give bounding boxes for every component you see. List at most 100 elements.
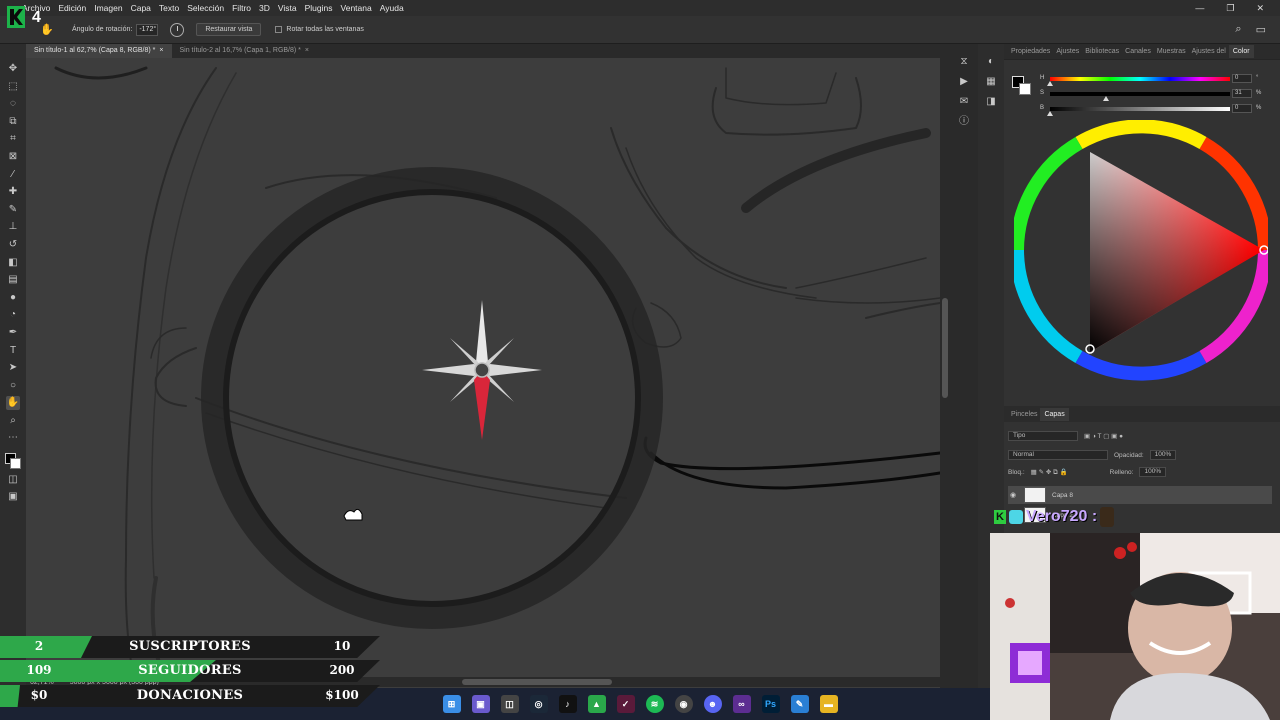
blend-mode-select[interactable]: Normal [1008,450,1108,460]
screen-mode-icon[interactable]: ▣ [6,490,20,504]
comments-panel-icon[interactable]: ✉ [957,96,971,108]
saturation-value-input[interactable]: 31 [1232,89,1252,98]
menu-texto[interactable]: Texto [155,3,183,13]
search-icon[interactable]: ⌕ [1235,23,1241,36]
hue-value-input[interactable]: 0 [1232,74,1252,83]
brightness-slider[interactable]: B 0 % [1040,104,1274,116]
file-explorer-icon[interactable]: ▬ [819,695,838,713]
brush-tool-icon[interactable]: ✎ [6,203,20,217]
layer-filter-icons[interactable]: ▣ ◑ T ▢ ▣ ● [1084,432,1123,440]
quick-mask-icon[interactable]: ◫ [6,473,20,487]
foreground-background-swatch[interactable] [5,453,21,470]
rotate-all-windows-checkbox[interactable]: Rotar todas las ventanas [275,26,364,33]
gradient-tool-icon[interactable]: ▤ [6,273,20,287]
layer-filter-select[interactable]: Tipo [1008,431,1078,441]
steam-icon[interactable]: ◎ [529,695,548,713]
menu-edicion[interactable]: Edición [54,3,90,13]
chrome-icon[interactable]: ◉ [674,695,693,713]
eraser-icon[interactable]: ◧ [6,256,20,270]
history-brush-icon[interactable]: ↺ [6,238,20,252]
checkbox-box[interactable] [275,26,283,33]
maps-icon[interactable]: ▲ [587,695,606,713]
slider-knob[interactable] [1047,111,1053,116]
menu-capa[interactable]: Capa [127,3,155,13]
color-swatches[interactable] [1012,76,1032,96]
shape-tool-icon[interactable]: ○ [6,379,20,393]
eyedropper-icon[interactable]: ⁄ [6,168,20,182]
menu-ventana[interactable]: Ventana [337,3,376,13]
menu-vista[interactable]: Vista [274,3,301,13]
healing-brush-icon[interactable]: ✚ [6,185,20,199]
crop-tool-icon[interactable]: ⌗ [6,132,20,146]
layer-item[interactable]: ◉ Capa 8 [1008,486,1272,504]
canvas[interactable] [26,58,940,688]
adjustments-panel-icon[interactable]: ◐ [984,56,998,68]
workspace-icon[interactable]: ▭ [1256,23,1266,36]
background-color[interactable] [10,458,21,470]
layers-comp-icon[interactable]: ◨ [984,96,998,108]
marquee-tool-icon[interactable]: ⬚ [6,80,20,94]
hue-track[interactable] [1050,77,1230,81]
color-wheel[interactable]: ⊡ [1014,120,1268,382]
restore-button[interactable]: ❐ [1226,3,1234,14]
slider-knob[interactable] [1047,81,1053,86]
reset-view-button[interactable]: Restaurar vista [196,23,262,36]
rotation-dial[interactable] [170,22,185,37]
brightness-track[interactable] [1050,107,1230,111]
rotation-angle-input[interactable]: -172° [136,23,159,36]
close-button[interactable]: ✕ [1256,3,1264,14]
tab-brushes[interactable]: Pinceles [1008,411,1040,418]
menu-filtro[interactable]: Filtro [228,3,255,13]
tab-channels[interactable]: Canales [1122,48,1154,55]
path-select-icon[interactable]: ➤ [6,361,20,375]
menu-3d[interactable]: 3D [255,3,274,13]
pen-tool-icon[interactable]: ✒ [6,326,20,340]
zoom-tool-icon[interactable]: ⌕ [6,414,20,428]
actions-panel-icon[interactable]: ▶ [957,76,971,88]
menu-plugins[interactable]: Plugins [301,3,337,13]
menu-seleccion[interactable]: Selección [183,3,228,13]
tiktok-icon[interactable]: ♪ [558,695,577,713]
close-tab-icon[interactable]: × [159,47,163,54]
more-tools-icon[interactable]: ⋯ [6,431,20,445]
object-select-icon[interactable]: ⧉ [6,115,20,129]
store-icon[interactable]: ◫ [500,695,519,713]
type-tool-icon[interactable]: T [6,344,20,358]
rotate-view-icon[interactable]: ✋ [6,396,20,411]
blur-tool-icon[interactable]: ● [6,291,20,305]
slider-knob[interactable] [1102,96,1109,101]
grid-panel-icon[interactable]: ▦ [984,76,998,88]
frame-tool-icon[interactable]: ⊠ [6,150,20,164]
stamp-tool-icon[interactable]: ⊥ [6,220,20,234]
discord-icon[interactable]: ☻ [703,695,722,713]
tab-layers[interactable]: Capas [1040,407,1069,421]
vertical-scrollbar[interactable] [940,58,950,688]
saturation-track[interactable] [1050,92,1230,96]
tab-adjustment-presets[interactable]: Ajustes del [1189,48,1229,55]
info-panel-icon[interactable]: ⓘ [957,116,971,128]
paint-icon[interactable]: ✎ [790,695,809,713]
menu-ayuda[interactable]: Ayuda [376,3,408,13]
history-panel-icon[interactable]: ⧖ [957,56,971,68]
fill-input[interactable]: 100% [1139,467,1167,477]
tab-properties[interactable]: Propiedades [1008,48,1053,55]
scroll-thumb[interactable] [462,679,612,685]
opacity-input[interactable]: 100% [1149,450,1177,460]
visual-studio-icon[interactable]: ∞ [732,695,751,713]
minimize-button[interactable]: — [1195,3,1204,14]
brightness-value-input[interactable]: 0 [1232,104,1252,113]
close-tab-icon[interactable]: × [305,47,309,54]
lock-icons[interactable]: ▦ ✎ ✥ ⧉ 🔒 [1031,468,1068,477]
tab-libraries[interactable]: Bibliotecas [1082,48,1122,55]
background-color[interactable] [1019,83,1031,95]
scroll-thumb[interactable] [942,298,948,398]
tab-swatches[interactable]: Muestras [1154,48,1189,55]
tab-document-1[interactable]: Sin título-1 al 62,7% (Capa 8, RGB/8) * × [26,44,172,58]
menu-imagen[interactable]: Imagen [90,3,126,13]
spotify-icon[interactable]: ≋ [645,695,664,713]
hue-slider[interactable]: H 0 ° [1040,74,1274,86]
tab-color[interactable]: Color [1228,45,1254,58]
move-tool-icon[interactable]: ✥ [6,62,20,76]
tab-adjustments[interactable]: Ajustes [1053,48,1082,55]
photoshop-icon[interactable]: Ps [761,695,780,713]
